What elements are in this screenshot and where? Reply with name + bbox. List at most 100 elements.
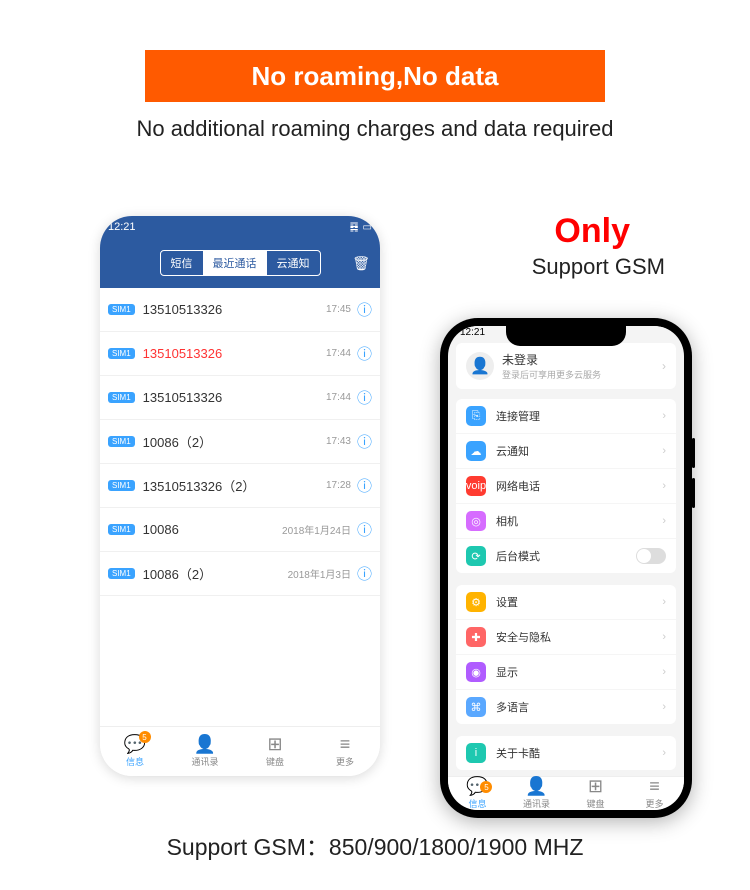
more-icon: ≡ — [340, 735, 351, 753]
settings-row[interactable]: ⎘连接管理› — [456, 399, 676, 434]
tab-cloud[interactable]: 云通知 — [267, 251, 320, 275]
tabbar-left: 5 💬 信息 👤 通讯录 ⊞ 键盘 ≡ 更多 — [100, 726, 380, 776]
row-label: 云通知 — [496, 443, 662, 459]
sim-badge: SIM1 — [108, 480, 135, 491]
tab-dial[interactable]: ⊞ 键盘 — [240, 727, 310, 776]
tab-contacts[interactable]: 👤 通讯录 — [170, 727, 240, 776]
battery-icon: ▭ — [363, 222, 372, 233]
footer-text: Support GSM：850/900/1800/1900 MHZ — [0, 828, 750, 862]
settings-row[interactable]: ⌘多语言› — [456, 690, 676, 724]
call-row[interactable]: SIM1 100862018年1月24日 ⓘ — [100, 508, 380, 552]
settings-row[interactable]: voip网络电话› — [456, 469, 676, 504]
call-list[interactable]: SIM11351051332617:45ⓘSIM11351051332617:4… — [100, 288, 380, 726]
row-label: 网络电话 — [496, 478, 662, 494]
settings-row[interactable]: ✚安全与隐私› — [456, 620, 676, 655]
tabbar-right: 5 💬 信息 👤 通讯录 ⊞ 键盘 ≡ 更多 — [448, 776, 684, 810]
info-icon[interactable]: ⓘ — [357, 519, 372, 540]
badge: 5 — [139, 731, 151, 743]
info-icon[interactable]: ⓘ — [357, 431, 372, 452]
sim-badge: SIM1 — [108, 524, 135, 535]
call-time: 17:43 — [326, 436, 351, 447]
row-icon: voip — [466, 476, 486, 496]
toggle[interactable] — [636, 548, 666, 564]
row-label: 显示 — [496, 664, 662, 680]
chevron-right-icon: › — [662, 596, 666, 608]
tab-messages[interactable]: 5 💬 信息 — [100, 727, 170, 776]
call-row[interactable]: SIM1 10086（2）17:43 ⓘ — [100, 420, 380, 464]
call-time: 17:28 — [326, 480, 351, 491]
sim-badge: SIM1 — [108, 568, 135, 579]
call-number: 10086 — [143, 522, 282, 537]
settings-row[interactable]: ⚙ 设置› — [456, 585, 676, 620]
settings-row[interactable]: ⟳ 后台模式 — [456, 539, 676, 573]
profile-row[interactable]: 👤 未登录 登录后可享用更多云服务 › — [456, 343, 676, 389]
tab-more-r[interactable]: ≡ 更多 — [625, 777, 684, 810]
settings-row[interactable]: i 关于卡酷› — [456, 736, 676, 770]
info-icon[interactable]: ⓘ — [357, 299, 372, 320]
call-number: 13510513326 — [143, 302, 326, 317]
row-label: 关于卡酷 — [496, 745, 662, 761]
phone-left: 12:21 ䷿ ▭ 短信 最近通话 云通知 🗑 SIM1135105133261… — [100, 216, 380, 776]
support-gsm-label: Support GSM — [532, 254, 665, 280]
sim-badge: SIM1 — [108, 436, 135, 447]
sim-badge: SIM1 — [108, 348, 135, 359]
call-number: 13510513326（2） — [143, 476, 326, 495]
subtitle: No additional roaming charges and data r… — [0, 116, 750, 142]
tab-sms[interactable]: 短信 — [161, 251, 203, 275]
chevron-right-icon: › — [662, 359, 666, 373]
settings-group-3: i 关于卡酷› — [456, 736, 676, 770]
trash-icon[interactable]: 🗑 — [352, 255, 370, 272]
dial-icon: ⊞ — [588, 777, 603, 795]
sim-badge: SIM1 — [108, 392, 135, 403]
call-time: 17:45 — [326, 304, 351, 315]
chevron-right-icon: › — [662, 701, 666, 713]
call-number: 13510513326 — [143, 346, 326, 361]
tab-contacts-r[interactable]: 👤 通讯录 — [507, 777, 566, 810]
row-icon: ☁ — [466, 441, 486, 461]
tab-more[interactable]: ≡ 更多 — [310, 727, 380, 776]
phone-right: 12:21 👤 未登录 登录后可享用更多云服务 › ⎘连接管理›☁云通知›voi… — [448, 326, 684, 810]
chevron-right-icon: › — [662, 747, 666, 759]
tab-recent[interactable]: 最近通话 — [203, 251, 267, 275]
chevron-right-icon: › — [662, 410, 666, 422]
info-icon[interactable]: ⓘ — [357, 475, 372, 496]
settings-row[interactable]: ◎相机› — [456, 504, 676, 539]
call-row[interactable]: SIM1 13510513326（2）17:28 ⓘ — [100, 464, 380, 508]
row-icon: ⟳ — [466, 546, 486, 566]
info-icon[interactable]: ⓘ — [357, 387, 372, 408]
call-row[interactable]: SIM1 1351051332617:45 ⓘ — [100, 288, 380, 332]
notch — [506, 326, 626, 346]
row-icon: ⚙ — [466, 592, 486, 612]
settings-row[interactable]: ◉显示› — [456, 655, 676, 690]
call-number: 13510513326 — [143, 390, 326, 405]
chevron-right-icon: › — [662, 515, 666, 527]
phone-right-frame: 12:21 👤 未登录 登录后可享用更多云服务 › ⎘连接管理›☁云通知›voi… — [440, 318, 692, 818]
header-tabs: 短信 最近通话 云通知 🗑 — [100, 238, 380, 288]
status-time-right: 12:21 — [460, 327, 485, 338]
row-label: 后台模式 — [496, 548, 636, 564]
info-icon[interactable]: ⓘ — [357, 343, 372, 364]
profile-title: 未登录 — [502, 351, 601, 368]
tab-dial-r[interactable]: ⊞ 键盘 — [566, 777, 625, 810]
chevron-right-icon: › — [662, 631, 666, 643]
wifi-icon: ䷿ — [350, 222, 359, 233]
row-icon: ⌘ — [466, 697, 486, 717]
tab-messages-r[interactable]: 5 💬 信息 — [448, 777, 507, 810]
settings-row[interactable]: ☁ 云通知› — [456, 434, 676, 469]
row-label: 相机 — [496, 513, 662, 529]
call-row[interactable]: SIM110086（2）2018年1月3日ⓘ — [100, 552, 380, 596]
call-row[interactable]: SIM11351051332617:44ⓘ — [100, 332, 380, 376]
dial-icon: ⊞ — [267, 735, 282, 753]
status-time: 12:21 — [108, 221, 136, 233]
more-icon: ≡ — [649, 777, 660, 795]
chevron-right-icon: › — [662, 445, 666, 457]
call-time: 2018年1月24日 — [282, 522, 351, 537]
sim-badge: SIM1 — [108, 304, 135, 315]
info-icon[interactable]: ⓘ — [357, 563, 372, 584]
banner: No roaming,No data — [145, 50, 605, 102]
settings-group-2: ⚙设置›✚安全与隐私›◉显示›⌘多语言› — [456, 585, 676, 724]
call-number: 10086（2） — [143, 432, 326, 451]
call-row[interactable]: SIM11351051332617:44ⓘ — [100, 376, 380, 420]
row-label: 设置 — [496, 594, 662, 610]
row-icon: i — [466, 743, 486, 763]
